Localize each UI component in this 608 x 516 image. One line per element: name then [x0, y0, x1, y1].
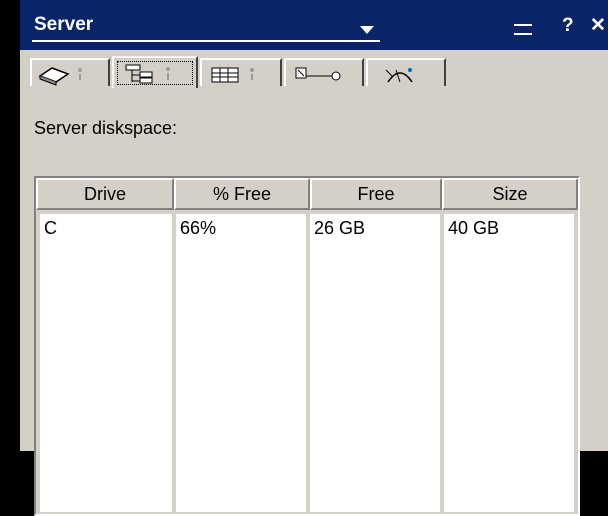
tab-tree[interactable]: [112, 56, 198, 88]
diskspace-table: Drive % Free Free Size C 66% 26 GB 40 GB: [34, 176, 580, 516]
cell-percent-free: 66%: [180, 218, 217, 238]
tree-icon: [125, 64, 170, 84]
table-column-free[interactable]: 26 GB: [310, 214, 440, 512]
cell-drive: C: [44, 218, 57, 238]
cell-size: 40 GB: [448, 218, 500, 238]
tab-gauge[interactable]: [366, 58, 446, 86]
panel-title: Server: [34, 14, 94, 35]
gauge-icon: [385, 68, 413, 83]
server-dropdown[interactable]: Server: [32, 12, 380, 42]
table-header: Drive % Free Free Size: [36, 178, 578, 210]
tab-content: Server diskspace: Drive % Free Free Size…: [20, 86, 608, 516]
column-header-drive[interactable]: Drive: [36, 178, 174, 210]
table-column-percent-free[interactable]: 66%: [176, 214, 306, 512]
close-button[interactable]: ✕: [590, 16, 606, 36]
tab-grid[interactable]: [200, 58, 282, 86]
column-header-size[interactable]: Size: [442, 178, 578, 210]
tab-network[interactable]: [284, 58, 364, 86]
column-header-percent-free[interactable]: % Free: [174, 178, 310, 210]
tab-strip: [20, 50, 608, 88]
minimize-bar-icon[interactable]: [514, 24, 532, 35]
help-button[interactable]: ?: [562, 16, 574, 36]
column-header-free[interactable]: Free: [310, 178, 442, 210]
server-panel: Server ? ✕ Server diskspace: Drive % Fre…: [20, 0, 608, 516]
title-bar: Server ? ✕: [20, 0, 608, 50]
table-column-size[interactable]: 40 GB: [444, 214, 574, 512]
disk-icon: [38, 67, 82, 86]
network-icon: [295, 67, 341, 81]
cell-free: 26 GB: [314, 218, 366, 238]
diskspace-label: Server diskspace:: [34, 118, 178, 138]
chevron-down-icon: [360, 26, 374, 34]
tab-disk[interactable]: [30, 58, 110, 86]
table-row[interactable]: C: [40, 214, 172, 512]
grid-icon: [211, 67, 254, 83]
